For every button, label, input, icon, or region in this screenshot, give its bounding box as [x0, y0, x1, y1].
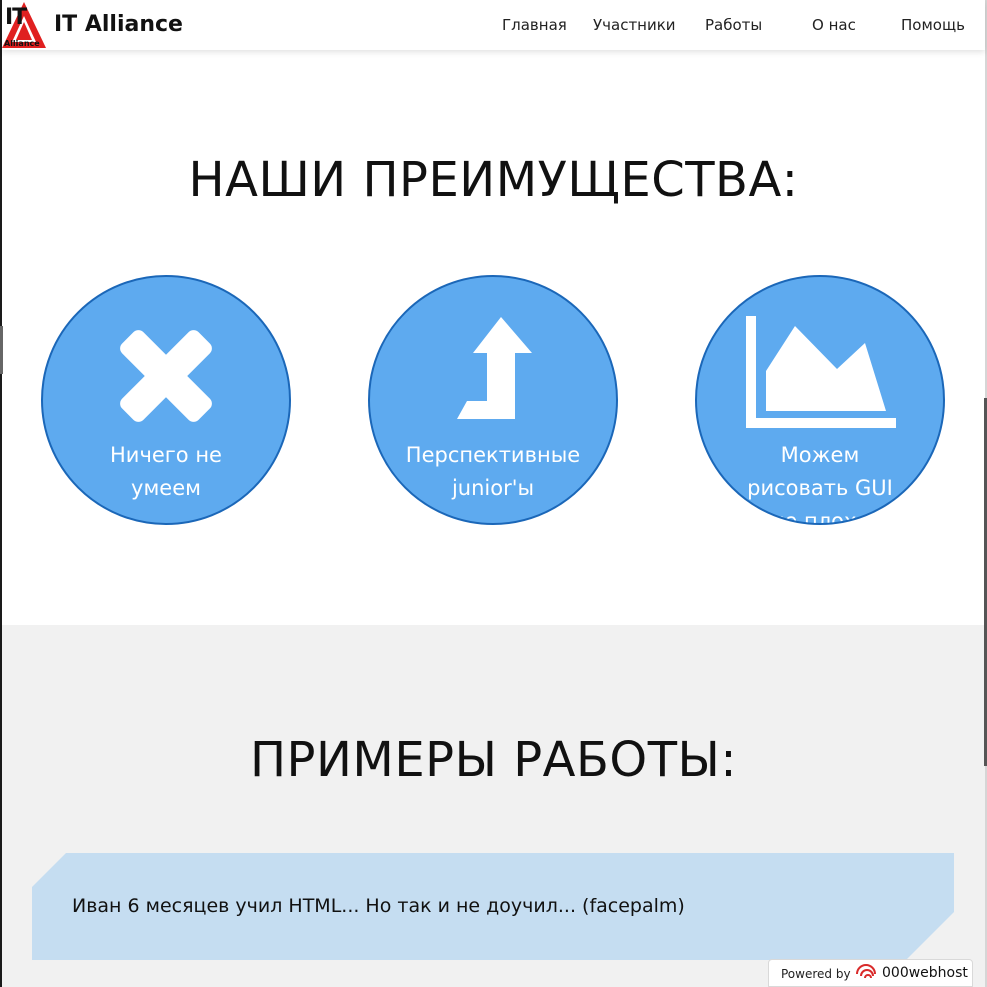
advantage-card-2: Перспективные junior'ы	[368, 275, 618, 525]
advantage-card-3: Можем рисовать GUI не плохо	[695, 275, 945, 525]
site-brand[interactable]: IT Alliance	[54, 12, 183, 37]
nav-item-about[interactable]: О нас	[812, 16, 856, 34]
powered-by-badge[interactable]: Powered by 000webhost	[768, 959, 973, 987]
advantage-label-2: Перспективные junior'ы	[405, 443, 581, 500]
advantages-title: НАШИ ПРЕИМУЩЕСТВА:	[188, 152, 799, 208]
site-logo[interactable]: IT Alliance	[2, 2, 48, 50]
advantage-label-1: Ничего не умеем	[110, 443, 222, 500]
site-header: IT Alliance IT Alliance Главная Участник…	[2, 0, 985, 50]
logo-subtext: Alliance	[4, 39, 40, 48]
nav-item-works[interactable]: Работы	[705, 16, 762, 34]
webhost-name: 000webhost	[882, 965, 968, 981]
page: IT Alliance IT Alliance Главная Участник…	[0, 0, 987, 987]
powered-by-label: Powered by	[781, 967, 851, 981]
advantage-label-3: Можем рисовать GUI не плохо	[747, 443, 893, 525]
work-example-text: Иван 6 месяцев учил HTML... Но так и не …	[72, 895, 685, 917]
webhost-logo-icon	[856, 964, 876, 979]
logo-text: IT	[5, 5, 27, 30]
nav-item-members[interactable]: Участники	[593, 16, 676, 34]
advantage-card-1: Ничего не умеем	[41, 275, 291, 525]
nav-item-home[interactable]: Главная	[502, 16, 567, 34]
window-edge-handle[interactable]	[0, 326, 3, 374]
work-example-card[interactable]: Иван 6 месяцев учил HTML... Но так и не …	[32, 853, 954, 960]
works-title: ПРИМЕРЫ РАБОТЫ:	[249, 732, 738, 788]
nav-item-help[interactable]: Помощь	[901, 16, 965, 34]
